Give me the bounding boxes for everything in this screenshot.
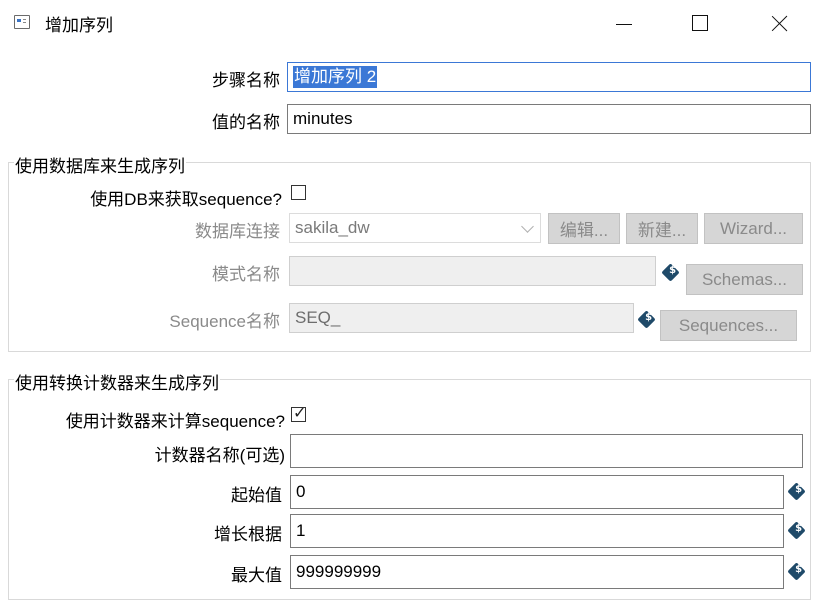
value-name-label: 值的名称 [212, 113, 280, 132]
edit-connection-button[interactable]: 编辑... [548, 213, 620, 244]
step-name-input[interactable]: 增加序列 2 [287, 62, 811, 92]
chevron-down-icon [521, 220, 534, 233]
counter-group-title: 使用转换计数器来生成序列 [14, 369, 220, 394]
sequence-name-input[interactable]: SEQ_ [289, 303, 634, 333]
maximize-button[interactable] [672, 0, 728, 46]
counter-name-label: 计数器名称(可选) [154, 446, 285, 465]
use-db-checkbox[interactable] [291, 185, 306, 200]
value-name-input[interactable]: minutes [287, 104, 811, 134]
db-group-title: 使用数据库来生成序列 [14, 152, 186, 177]
start-value-input[interactable]: 0 [290, 475, 784, 509]
schemas-button[interactable]: Schemas... [686, 264, 803, 295]
sequence-name-label: Sequence名称 [169, 312, 280, 331]
schema-label: 模式名称 [212, 265, 280, 284]
wizard-button[interactable]: Wizard... [704, 213, 803, 244]
step-name-label: 步骤名称 [212, 71, 280, 90]
max-value-label: 最大值 [231, 566, 282, 585]
counter-name-input[interactable] [290, 434, 803, 468]
minimize-button[interactable] [596, 0, 652, 46]
connection-label: 数据库连接 [195, 222, 280, 241]
connection-value: sakila_dw [295, 218, 370, 237]
title-bar: 增加序列 [0, 0, 818, 46]
increment-label: 增长根据 [214, 525, 282, 544]
app-window-icon [14, 15, 30, 29]
minimize-icon [616, 23, 632, 25]
dialog-window: 增加序列 步骤名称 增加序列 2 值的名称 minutes 使用数据库来生成序列… [0, 0, 818, 608]
use-db-label: 使用DB来获取sequence? [90, 190, 282, 209]
new-connection-button[interactable]: 新建... [626, 213, 698, 244]
use-counter-checkbox[interactable]: ✓ [291, 405, 306, 422]
sequences-button[interactable]: Sequences... [660, 310, 797, 341]
schema-input[interactable] [289, 256, 656, 286]
start-value-label: 起始值 [231, 486, 282, 505]
use-counter-label: 使用计数器来计算sequence? [65, 412, 285, 431]
close-icon [772, 15, 788, 31]
check-icon: ✓ [293, 405, 307, 422]
connection-select[interactable]: sakila_dw [289, 213, 541, 243]
max-value-input[interactable]: 999999999 [290, 555, 784, 589]
increment-input[interactable]: 1 [290, 514, 784, 548]
maximize-icon [692, 15, 708, 31]
window-title: 增加序列 [45, 16, 113, 35]
step-name-value: 增加序列 2 [293, 66, 378, 88]
close-button[interactable] [752, 0, 808, 46]
